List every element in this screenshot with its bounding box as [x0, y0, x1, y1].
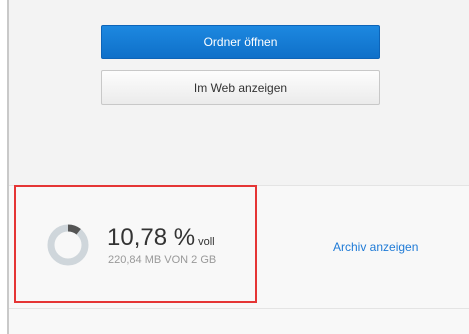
storage-panel-divider: [9, 308, 469, 309]
highlight-box: [14, 185, 257, 303]
open-folder-button[interactable]: Ordner öffnen: [101, 25, 380, 59]
view-web-button[interactable]: Im Web anzeigen: [101, 70, 380, 105]
view-archive-link[interactable]: Archiv anzeigen: [333, 240, 418, 254]
